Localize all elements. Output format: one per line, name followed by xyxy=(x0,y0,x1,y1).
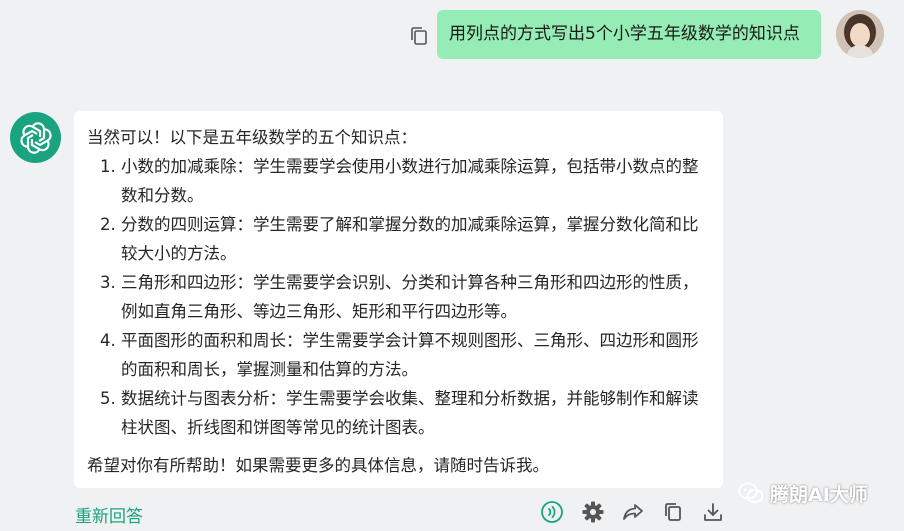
copy-icon[interactable] xyxy=(407,24,431,48)
openai-logo-icon xyxy=(19,121,52,154)
assistant-intro: 当然可以！以下是五年级数学的五个知识点： xyxy=(87,128,417,147)
assistant-message-bubble: 当然可以！以下是五年级数学的五个知识点： 小数的加减乘除：学生需要学会使用小数进… xyxy=(74,111,723,488)
regenerate-button[interactable]: 重新回答 xyxy=(75,502,143,527)
wechat-icon xyxy=(738,482,764,503)
watermark-text: 腾朗AI大师 xyxy=(770,483,868,506)
list-item: 小数的加减乘除：学生需要学会使用小数进行加减乘除运算，包括带小数点的整数和分数。 xyxy=(121,152,709,210)
copy-icon[interactable] xyxy=(661,500,685,524)
knowledge-points-list: 小数的加减乘除：学生需要学会使用小数进行加减乘除运算，包括带小数点的整数和分数。… xyxy=(87,152,709,442)
user-message-row: 用列点的方式写出5个小学五年级数学的知识点 xyxy=(0,0,904,70)
download-icon[interactable] xyxy=(701,500,725,524)
assistant-avatar xyxy=(10,112,61,163)
user-message-bubble: 用列点的方式写出5个小学五年级数学的知识点 xyxy=(437,10,821,59)
gear-icon[interactable] xyxy=(581,500,605,524)
watermark: 腾朗AI大师 xyxy=(738,478,868,508)
user-avatar xyxy=(836,10,884,58)
list-item: 三角形和四边形：学生需要学会识别、分类和计算各种三角形和四边形的性质，例如直角三… xyxy=(121,268,709,326)
assistant-closing: 希望对你有所帮助！如果需要更多的具体信息，请随时告诉我。 xyxy=(87,456,549,475)
share-icon[interactable] xyxy=(621,500,645,524)
voice-icon[interactable] xyxy=(540,500,564,524)
list-item: 分数的四则运算：学生需要了解和掌握分数的加减乘除运算，掌握分数化简和比较大小的方… xyxy=(121,210,709,268)
list-item: 平面图形的面积和周长：学生需要学会计算不规则图形、三角形、四边形和圆形的面积和周… xyxy=(121,326,709,384)
list-item: 数据统计与图表分析：学生需要学会收集、整理和分析数据，并能够制作和解读柱状图、折… xyxy=(121,384,709,442)
